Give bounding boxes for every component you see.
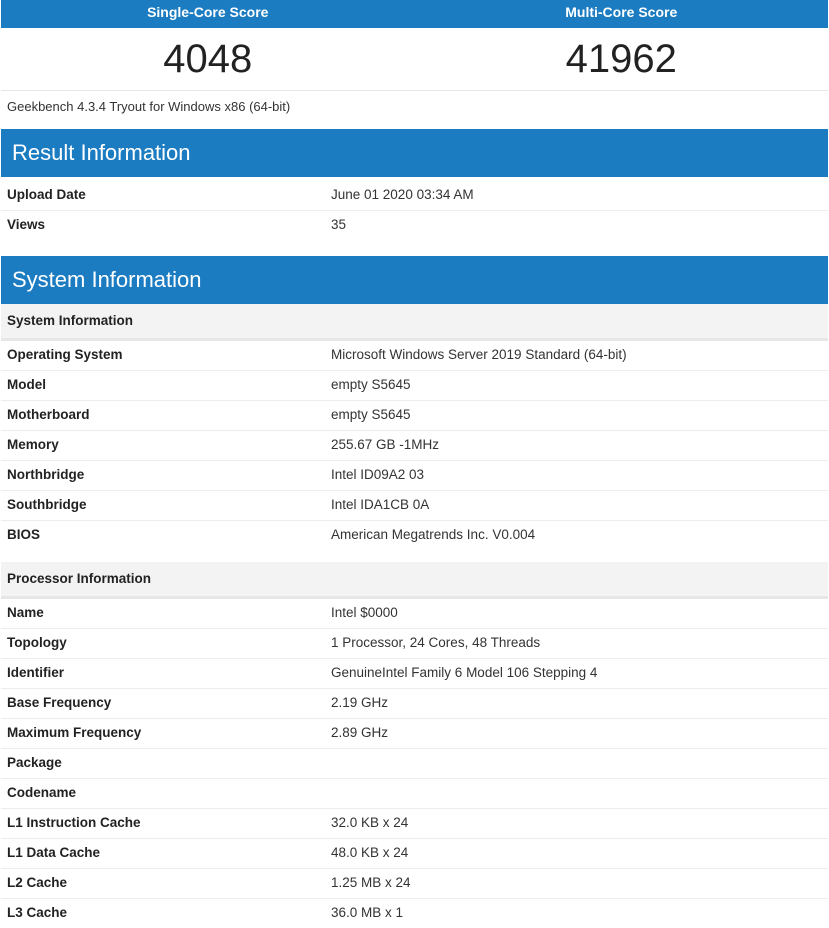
processor-information-subheader: Processor Information [1, 562, 828, 599]
table-row: Northbridge Intel ID09A2 03 [1, 461, 828, 491]
multi-core-score: 41962 [565, 37, 677, 81]
score-panel: Single-Core Score Multi-Core Score 4048 … [0, 0, 829, 91]
multi-core-label: Multi-Core Score [565, 4, 678, 20]
row-value: 36.0 MB x 1 [331, 905, 404, 920]
table-row: Identifier GenuineIntel Family 6 Model 1… [1, 659, 828, 689]
table-row: Base Frequency 2.19 GHz [1, 689, 828, 719]
row-value: 2.89 GHz [331, 725, 389, 740]
row-value: 255.67 GB -1MHz [331, 437, 440, 452]
row-key: Memory [7, 437, 59, 452]
table-row: Package [1, 749, 828, 779]
row-value: Intel IDA1CB 0A [331, 497, 430, 512]
row-key: Identifier [7, 665, 65, 680]
row-value: 32.0 KB x 24 [331, 815, 409, 830]
table-row: Model empty S5645 [1, 371, 828, 401]
row-value: 48.0 KB x 24 [331, 845, 409, 860]
row-value: empty S5645 [331, 407, 411, 422]
table-row: Topology 1 Processor, 24 Cores, 48 Threa… [1, 629, 828, 659]
row-key: BIOS [7, 527, 41, 542]
table-row: Memory 255.67 GB -1MHz [1, 431, 828, 461]
row-value: 2.19 GHz [331, 695, 389, 710]
table-row: Upload Date June 01 2020 03:34 AM [1, 181, 828, 211]
row-key: L1 Instruction Cache [7, 815, 141, 830]
row-value: Microsoft Windows Server 2019 Standard (… [331, 347, 627, 362]
row-value: empty S5645 [331, 377, 411, 392]
table-row: BIOS American Megatrends Inc. V0.004 [1, 521, 828, 550]
row-key: Views [7, 217, 46, 232]
table-row: Maximum Frequency 2.89 GHz [1, 719, 828, 749]
table-row: L3 Cache 36.0 MB x 1 [1, 899, 828, 928]
row-value: June 01 2020 03:34 AM [331, 187, 474, 202]
row-value: Intel ID09A2 03 [331, 467, 425, 482]
row-key: Codename [7, 785, 77, 800]
row-value: 35 [331, 217, 347, 232]
processor-information-table: Name Intel $0000 Topology 1 Processor, 2… [0, 599, 829, 928]
single-core-label: Single-Core Score [147, 4, 269, 20]
single-core-score: 4048 [163, 37, 253, 81]
row-key: Base Frequency [7, 695, 112, 710]
system-information-subheader: System Information [1, 304, 828, 341]
table-row: Codename [1, 779, 828, 809]
row-key: Package [7, 755, 62, 770]
table-row: Name Intel $0000 [1, 599, 828, 629]
row-key: Maximum Frequency [7, 725, 142, 740]
row-key: Name [7, 605, 44, 620]
row-key: Model [7, 377, 46, 392]
row-value: GenuineIntel Family 6 Model 106 Stepping… [331, 665, 598, 680]
result-information-table: Upload Date June 01 2020 03:34 AM Views … [0, 181, 829, 240]
table-row: L2 Cache 1.25 MB x 24 [1, 869, 828, 899]
score-header: Single-Core Score Multi-Core Score [1, 0, 828, 28]
system-information-header: System Information [1, 256, 828, 304]
table-row: L1 Data Cache 48.0 KB x 24 [1, 839, 828, 869]
result-information-header: Result Information [1, 129, 828, 177]
table-row: Southbridge Intel IDA1CB 0A [1, 491, 828, 521]
row-key: L1 Data Cache [7, 845, 101, 860]
table-row: Motherboard empty S5645 [1, 401, 828, 431]
table-row: L1 Instruction Cache 32.0 KB x 24 [1, 809, 828, 839]
row-value [331, 749, 828, 778]
row-key: Upload Date [7, 187, 86, 202]
table-row: Views 35 [1, 211, 828, 240]
row-key: Southbridge [7, 497, 87, 512]
row-key: L3 Cache [7, 905, 68, 920]
row-key: Motherboard [7, 407, 90, 422]
row-value: American Megatrends Inc. V0.004 [331, 527, 536, 542]
row-key: Topology [7, 635, 67, 650]
row-key: Operating System [7, 347, 123, 362]
row-value [331, 779, 828, 808]
row-key: L2 Cache [7, 875, 68, 890]
row-value: 1 Processor, 24 Cores, 48 Threads [331, 635, 541, 650]
system-information-table: Operating System Microsoft Windows Serve… [0, 341, 829, 550]
row-value: 1.25 MB x 24 [331, 875, 411, 890]
version-text: Geekbench 4.3.4 Tryout for Windows x86 (… [7, 99, 291, 114]
row-key: Northbridge [7, 467, 85, 482]
row-value: Intel $0000 [331, 605, 398, 620]
table-row: Operating System Microsoft Windows Serve… [1, 341, 828, 371]
score-values: 4048 41962 [1, 28, 828, 91]
